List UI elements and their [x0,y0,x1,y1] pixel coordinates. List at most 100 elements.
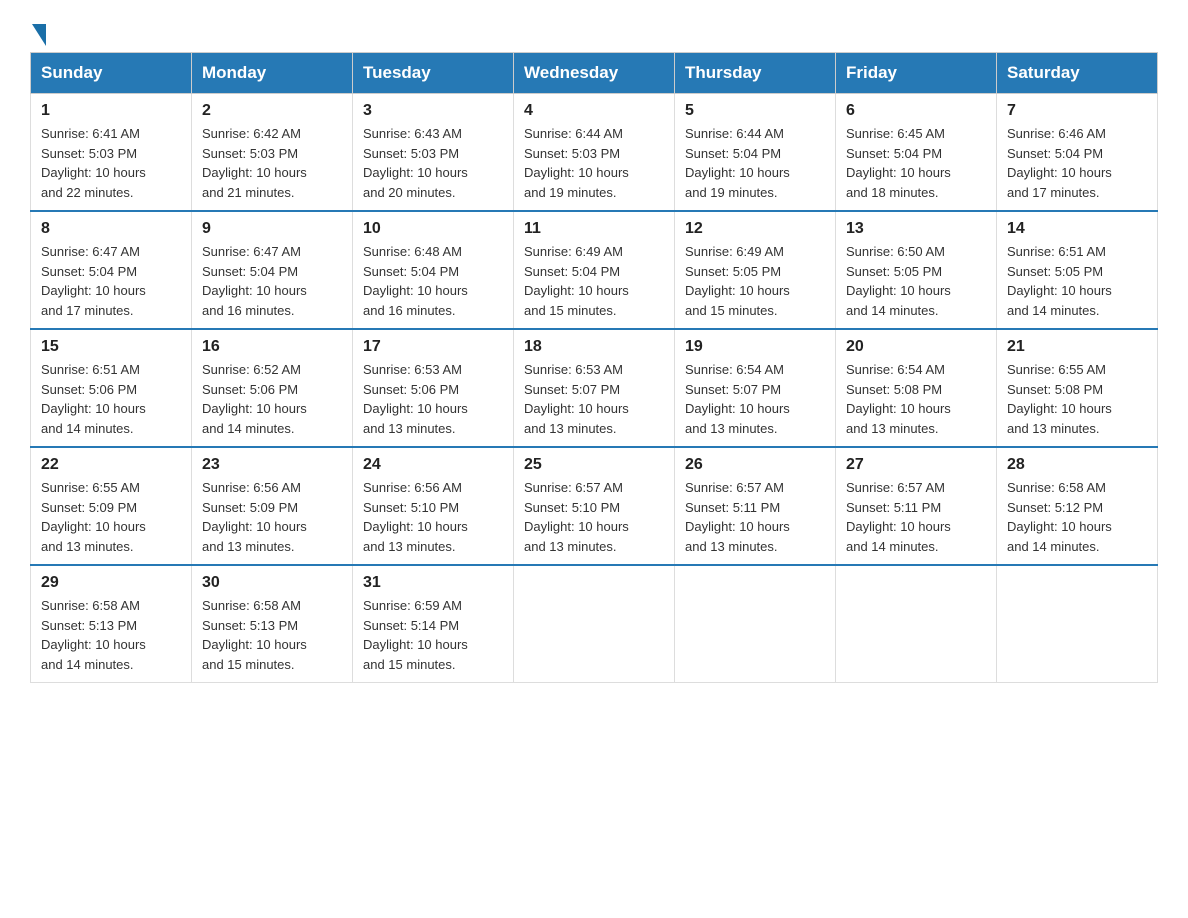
calendar-cell: 14 Sunrise: 6:51 AMSunset: 5:05 PMDaylig… [997,211,1158,329]
logo-triangle-icon [32,24,46,46]
day-info: Sunrise: 6:47 AMSunset: 5:04 PMDaylight:… [202,244,307,318]
calendar-cell: 30 Sunrise: 6:58 AMSunset: 5:13 PMDaylig… [192,565,353,683]
day-info: Sunrise: 6:57 AMSunset: 5:11 PMDaylight:… [685,480,790,554]
calendar-week-3: 15 Sunrise: 6:51 AMSunset: 5:06 PMDaylig… [31,329,1158,447]
calendar-cell: 21 Sunrise: 6:55 AMSunset: 5:08 PMDaylig… [997,329,1158,447]
weekday-header-wednesday: Wednesday [514,53,675,94]
calendar-cell: 24 Sunrise: 6:56 AMSunset: 5:10 PMDaylig… [353,447,514,565]
day-info: Sunrise: 6:57 AMSunset: 5:10 PMDaylight:… [524,480,629,554]
day-number: 31 [363,574,503,592]
calendar-cell: 5 Sunrise: 6:44 AMSunset: 5:04 PMDayligh… [675,94,836,212]
day-info: Sunrise: 6:52 AMSunset: 5:06 PMDaylight:… [202,362,307,436]
day-info: Sunrise: 6:46 AMSunset: 5:04 PMDaylight:… [1007,126,1112,200]
weekday-header-tuesday: Tuesday [353,53,514,94]
day-number: 18 [524,338,664,356]
calendar-header-row: SundayMondayTuesdayWednesdayThursdayFrid… [31,53,1158,94]
day-info: Sunrise: 6:48 AMSunset: 5:04 PMDaylight:… [363,244,468,318]
day-info: Sunrise: 6:59 AMSunset: 5:14 PMDaylight:… [363,598,468,672]
day-info: Sunrise: 6:54 AMSunset: 5:07 PMDaylight:… [685,362,790,436]
calendar-cell: 6 Sunrise: 6:45 AMSunset: 5:04 PMDayligh… [836,94,997,212]
calendar-cell: 26 Sunrise: 6:57 AMSunset: 5:11 PMDaylig… [675,447,836,565]
calendar-cell: 18 Sunrise: 6:53 AMSunset: 5:07 PMDaylig… [514,329,675,447]
page-header [30,20,1158,42]
calendar-table: SundayMondayTuesdayWednesdayThursdayFrid… [30,52,1158,683]
calendar-week-4: 22 Sunrise: 6:55 AMSunset: 5:09 PMDaylig… [31,447,1158,565]
day-info: Sunrise: 6:56 AMSunset: 5:10 PMDaylight:… [363,480,468,554]
day-info: Sunrise: 6:42 AMSunset: 5:03 PMDaylight:… [202,126,307,200]
day-number: 11 [524,220,664,238]
day-info: Sunrise: 6:58 AMSunset: 5:13 PMDaylight:… [41,598,146,672]
calendar-cell: 23 Sunrise: 6:56 AMSunset: 5:09 PMDaylig… [192,447,353,565]
day-info: Sunrise: 6:55 AMSunset: 5:08 PMDaylight:… [1007,362,1112,436]
day-number: 23 [202,456,342,474]
day-number: 6 [846,102,986,120]
calendar-cell: 20 Sunrise: 6:54 AMSunset: 5:08 PMDaylig… [836,329,997,447]
day-info: Sunrise: 6:51 AMSunset: 5:06 PMDaylight:… [41,362,146,436]
calendar-cell: 19 Sunrise: 6:54 AMSunset: 5:07 PMDaylig… [675,329,836,447]
day-number: 13 [846,220,986,238]
calendar-week-5: 29 Sunrise: 6:58 AMSunset: 5:13 PMDaylig… [31,565,1158,683]
calendar-cell: 27 Sunrise: 6:57 AMSunset: 5:11 PMDaylig… [836,447,997,565]
day-number: 17 [363,338,503,356]
day-info: Sunrise: 6:56 AMSunset: 5:09 PMDaylight:… [202,480,307,554]
day-number: 10 [363,220,503,238]
weekday-header-friday: Friday [836,53,997,94]
day-number: 2 [202,102,342,120]
day-info: Sunrise: 6:55 AMSunset: 5:09 PMDaylight:… [41,480,146,554]
calendar-cell: 29 Sunrise: 6:58 AMSunset: 5:13 PMDaylig… [31,565,192,683]
calendar-cell [836,565,997,683]
weekday-header-saturday: Saturday [997,53,1158,94]
calendar-cell: 1 Sunrise: 6:41 AMSunset: 5:03 PMDayligh… [31,94,192,212]
day-number: 25 [524,456,664,474]
day-info: Sunrise: 6:50 AMSunset: 5:05 PMDaylight:… [846,244,951,318]
day-number: 9 [202,220,342,238]
day-number: 3 [363,102,503,120]
day-info: Sunrise: 6:47 AMSunset: 5:04 PMDaylight:… [41,244,146,318]
calendar-cell: 7 Sunrise: 6:46 AMSunset: 5:04 PMDayligh… [997,94,1158,212]
calendar-cell: 8 Sunrise: 6:47 AMSunset: 5:04 PMDayligh… [31,211,192,329]
day-number: 16 [202,338,342,356]
day-number: 29 [41,574,181,592]
weekday-header-monday: Monday [192,53,353,94]
logo [30,20,46,42]
day-number: 1 [41,102,181,120]
calendar-cell: 4 Sunrise: 6:44 AMSunset: 5:03 PMDayligh… [514,94,675,212]
calendar-cell: 3 Sunrise: 6:43 AMSunset: 5:03 PMDayligh… [353,94,514,212]
day-number: 5 [685,102,825,120]
day-info: Sunrise: 6:41 AMSunset: 5:03 PMDaylight:… [41,126,146,200]
calendar-week-2: 8 Sunrise: 6:47 AMSunset: 5:04 PMDayligh… [31,211,1158,329]
day-number: 7 [1007,102,1147,120]
calendar-cell: 22 Sunrise: 6:55 AMSunset: 5:09 PMDaylig… [31,447,192,565]
day-number: 8 [41,220,181,238]
day-number: 30 [202,574,342,592]
day-info: Sunrise: 6:53 AMSunset: 5:07 PMDaylight:… [524,362,629,436]
day-number: 14 [1007,220,1147,238]
day-number: 15 [41,338,181,356]
calendar-cell: 12 Sunrise: 6:49 AMSunset: 5:05 PMDaylig… [675,211,836,329]
calendar-cell [514,565,675,683]
day-number: 22 [41,456,181,474]
calendar-cell: 17 Sunrise: 6:53 AMSunset: 5:06 PMDaylig… [353,329,514,447]
calendar-cell: 2 Sunrise: 6:42 AMSunset: 5:03 PMDayligh… [192,94,353,212]
day-info: Sunrise: 6:54 AMSunset: 5:08 PMDaylight:… [846,362,951,436]
day-number: 24 [363,456,503,474]
calendar-cell: 13 Sunrise: 6:50 AMSunset: 5:05 PMDaylig… [836,211,997,329]
day-number: 4 [524,102,664,120]
day-info: Sunrise: 6:58 AMSunset: 5:13 PMDaylight:… [202,598,307,672]
day-info: Sunrise: 6:44 AMSunset: 5:04 PMDaylight:… [685,126,790,200]
calendar-cell: 31 Sunrise: 6:59 AMSunset: 5:14 PMDaylig… [353,565,514,683]
weekday-header-thursday: Thursday [675,53,836,94]
weekday-header-sunday: Sunday [31,53,192,94]
day-info: Sunrise: 6:58 AMSunset: 5:12 PMDaylight:… [1007,480,1112,554]
day-number: 27 [846,456,986,474]
day-info: Sunrise: 6:53 AMSunset: 5:06 PMDaylight:… [363,362,468,436]
day-number: 21 [1007,338,1147,356]
day-info: Sunrise: 6:45 AMSunset: 5:04 PMDaylight:… [846,126,951,200]
day-info: Sunrise: 6:49 AMSunset: 5:05 PMDaylight:… [685,244,790,318]
calendar-cell: 25 Sunrise: 6:57 AMSunset: 5:10 PMDaylig… [514,447,675,565]
day-info: Sunrise: 6:43 AMSunset: 5:03 PMDaylight:… [363,126,468,200]
day-info: Sunrise: 6:44 AMSunset: 5:03 PMDaylight:… [524,126,629,200]
day-number: 26 [685,456,825,474]
day-info: Sunrise: 6:49 AMSunset: 5:04 PMDaylight:… [524,244,629,318]
calendar-cell [675,565,836,683]
